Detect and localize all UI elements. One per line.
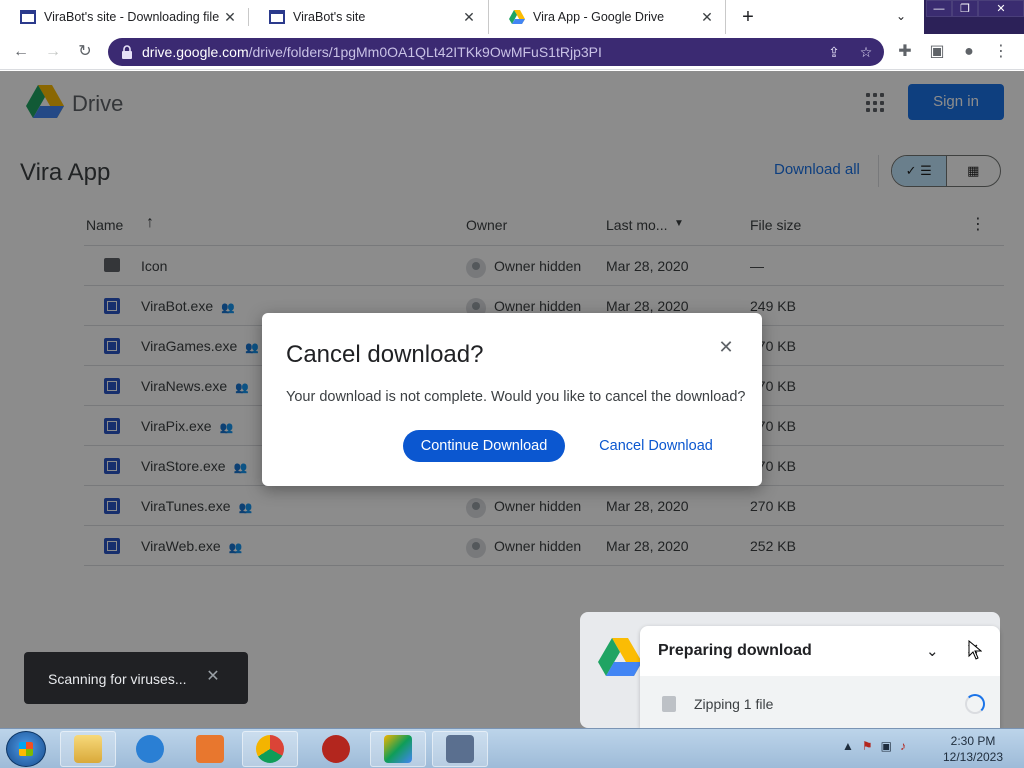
url-text: drive.google.com/drive/folders/1pgMm0OA1… [142, 44, 602, 60]
url-path: /drive/folders/1pgMm0OA1QLt42ITKk9OwMFuS… [248, 44, 602, 60]
cancel-download-dialog: Cancel download? ✕ Your download is not … [262, 313, 762, 486]
site-favicon-icon [269, 10, 285, 24]
mouse-cursor-icon [968, 640, 982, 660]
taskbar-internet-explorer[interactable] [122, 731, 178, 767]
system-tray: ▲ ⚑ ▣ ♪ [842, 739, 906, 753]
red-app-icon [322, 735, 350, 763]
site-favicon-icon [20, 10, 36, 24]
tab-strip: ViraBot's site - Downloading file ✕ Vira… [0, 0, 1024, 34]
taskbar-clock[interactable]: 2:30 PM 12/13/2023 [930, 733, 1016, 765]
toast-close-icon[interactable]: ✕ [204, 668, 222, 686]
dialog-title: Cancel download? [286, 341, 484, 368]
taskbar-app-butterfly[interactable] [370, 731, 426, 767]
tab-title: Vira App - Google Drive [533, 10, 665, 24]
share-icon[interactable]: ⇪ [826, 44, 842, 60]
tab-close-icon[interactable]: ✕ [461, 9, 477, 25]
zip-file-icon [662, 696, 676, 712]
folder-icon [74, 735, 102, 763]
taskbar-app-network[interactable] [432, 731, 488, 767]
internet-explorer-icon [136, 735, 164, 763]
action-center-icon[interactable]: ⚑ [862, 739, 873, 753]
browser-menu-icon[interactable]: ⋮ [990, 41, 1012, 63]
browser-toolbar: ← → ↻ drive.google.com/drive/folders/1pg… [0, 34, 1024, 70]
taskbar-app-red[interactable] [308, 731, 364, 767]
toast-text: Scanning for viruses... [48, 671, 187, 687]
clock-time: 2:30 PM [950, 734, 996, 748]
bookmark-star-icon[interactable]: ☆ [858, 44, 874, 60]
restore-button[interactable]: ❐ [952, 0, 978, 17]
tab-virabot-site[interactable]: ViraBot's site ✕ [249, 0, 487, 34]
download-panel: Preparing download ⌄ ✕ Zipping 1 file [640, 626, 1000, 728]
back-arrow-icon[interactable]: ← [10, 41, 32, 63]
taskbar-explorer[interactable] [60, 731, 116, 767]
window-close-button[interactable]: ✕ [978, 0, 1024, 17]
address-bar[interactable]: drive.google.com/drive/folders/1pgMm0OA1… [108, 38, 884, 66]
network-icon[interactable]: ▣ [881, 739, 892, 753]
taskbar-media-player[interactable] [182, 731, 238, 767]
download-panel-title: Preparing download [658, 642, 812, 659]
windows-taskbar: ▲ ⚑ ▣ ♪ 2:30 PM 12/13/2023 [0, 728, 1024, 768]
tab-title: ViraBot's site - Downloading file [44, 10, 220, 24]
reload-icon[interactable]: ↻ [74, 41, 96, 63]
url-host: drive.google.com [142, 44, 249, 60]
start-button[interactable] [6, 731, 46, 767]
virus-scan-toast: Scanning for viruses... ✕ [24, 652, 248, 704]
network-app-icon [446, 735, 474, 763]
download-item: Zipping 1 file [640, 688, 1000, 720]
collapse-chevron-icon[interactable]: ⌄ [926, 642, 939, 660]
side-panel-icon[interactable]: ▣ [926, 41, 948, 63]
google-drive-logo-icon [598, 638, 642, 676]
new-tab-button[interactable]: + [738, 7, 758, 27]
clock-date: 12/13/2023 [942, 750, 1004, 764]
omnibox-actions: ⇪ ☆ [826, 44, 874, 60]
extensions-puzzle-icon[interactable]: ✚ [894, 41, 916, 63]
media-player-icon [196, 735, 224, 763]
volume-muted-icon[interactable]: ♪ [900, 739, 906, 753]
dialog-message: Your download is not complete. Would you… [286, 389, 746, 405]
profile-avatar-icon[interactable]: ● [958, 41, 980, 63]
tab-vira-app-drive[interactable]: Vira App - Google Drive ✕ [488, 0, 726, 34]
minimize-button[interactable]: — [926, 0, 952, 17]
window-controls: — ❐ ✕ [926, 0, 1024, 17]
tab-close-icon[interactable]: ✕ [222, 9, 238, 25]
dialog-close-icon[interactable]: ✕ [717, 338, 735, 356]
show-hidden-icons-icon[interactable]: ▲ [842, 739, 854, 753]
tab-virabot-downloading[interactable]: ViraBot's site - Downloading file ✕ [0, 0, 248, 34]
chrome-icon [256, 735, 284, 763]
forward-arrow-icon[interactable]: → [42, 41, 64, 63]
tab-close-icon[interactable]: ✕ [699, 9, 715, 25]
google-drive-favicon-icon [509, 10, 525, 24]
taskbar-chrome[interactable] [242, 731, 298, 767]
loading-spinner-icon [965, 694, 985, 714]
cancel-download-button[interactable]: Cancel Download [588, 430, 724, 462]
download-panel-header: Preparing download ⌄ ✕ [640, 626, 1000, 676]
tab-search-chevron-icon[interactable]: ⌄ [896, 9, 906, 23]
download-item-text: Zipping 1 file [694, 696, 774, 712]
butterfly-app-icon [384, 735, 412, 763]
lock-icon [122, 45, 132, 59]
continue-download-button[interactable]: Continue Download [403, 430, 565, 462]
tab-title: ViraBot's site [293, 10, 366, 24]
